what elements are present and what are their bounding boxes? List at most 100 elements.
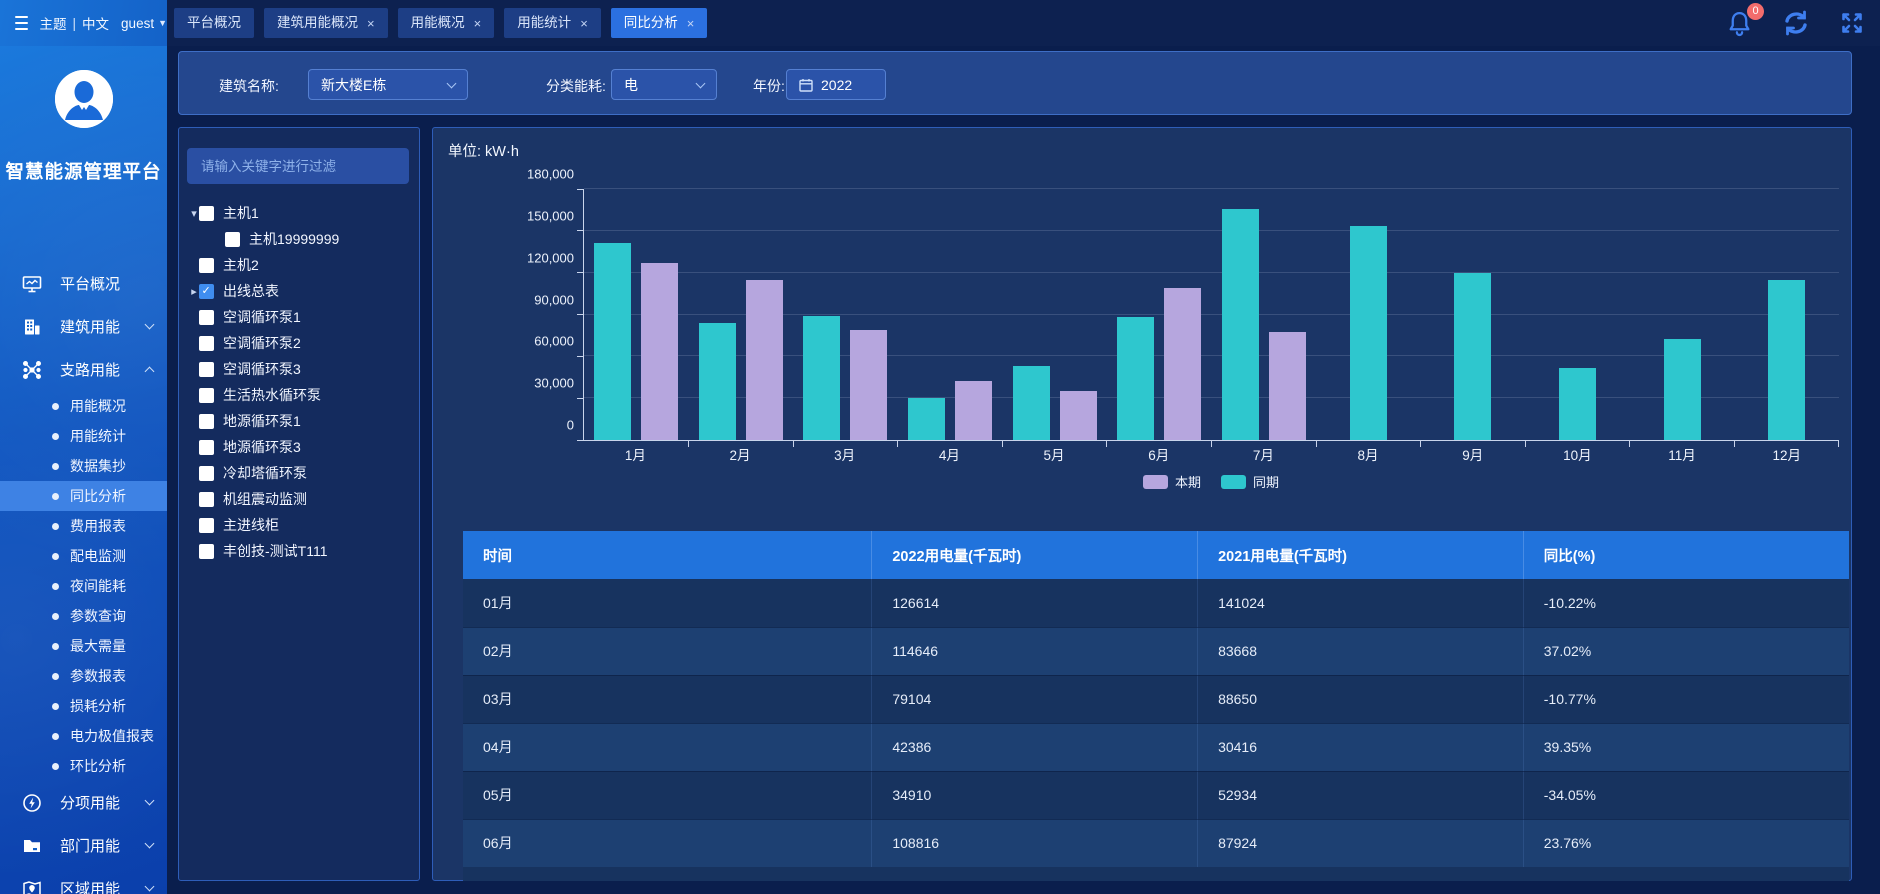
tab-5[interactable]: 同比分析 × xyxy=(611,8,708,38)
tree-item-2[interactable]: 主机19999999 xyxy=(179,226,419,252)
checkbox-unchecked[interactable] xyxy=(199,518,214,533)
bar-同期-2月 xyxy=(699,323,736,440)
tree-item-8[interactable]: 生活热水循环泵 xyxy=(179,382,419,408)
energy-type-label: 分类能耗: xyxy=(546,76,606,96)
bullet-icon xyxy=(52,433,59,440)
tree-item-11[interactable]: 冷却塔循环泵 xyxy=(179,460,419,486)
y-axis-label: 60,000 xyxy=(534,334,574,349)
checkbox-unchecked[interactable] xyxy=(199,492,214,507)
hamburger-menu-icon[interactable] xyxy=(15,16,28,30)
legend-label: 同期 xyxy=(1253,472,1279,491)
sidebar-item-1[interactable]: 平台概况 xyxy=(0,262,167,305)
sidebar-subitem-13[interactable]: 参数报表 xyxy=(0,661,167,691)
bar-同期-1月 xyxy=(594,243,631,440)
year-picker[interactable]: 2022 xyxy=(786,69,886,100)
tree-search-input[interactable] xyxy=(187,148,409,184)
sidebar-subitem-16[interactable]: 环比分析 xyxy=(0,751,167,781)
checkbox-checked[interactable] xyxy=(199,284,214,299)
sidebar-subitem-15[interactable]: 电力极值报表 xyxy=(0,721,167,751)
checkbox-unchecked[interactable] xyxy=(199,414,214,429)
tree-item-10[interactable]: 地源循环泵3 xyxy=(179,434,419,460)
sidebar-item-3[interactable]: 支路用能 xyxy=(0,348,167,391)
table-cell: -10.22% xyxy=(1523,579,1849,627)
checkbox-unchecked[interactable] xyxy=(199,440,214,455)
energy-type-select[interactable]: 电 xyxy=(611,69,717,100)
bar-本期-5月 xyxy=(1060,391,1097,440)
checkbox-unchecked[interactable] xyxy=(199,310,214,325)
x-axis-label: 6月 xyxy=(1106,444,1211,464)
tree-item-3[interactable]: 主机2 xyxy=(179,252,419,278)
tree-item-4[interactable]: ▸出线总表 xyxy=(179,278,419,304)
lang-link[interactable]: 中文 xyxy=(82,13,109,33)
refresh-icon[interactable] xyxy=(1782,10,1810,36)
sidebar-item-18[interactable]: 部门用能 xyxy=(0,824,167,867)
bar-group-7月 xyxy=(1211,189,1316,440)
table-cell: 141024 xyxy=(1198,579,1524,627)
legend-item-本期[interactable]: 本期 xyxy=(1143,472,1201,491)
sidebar-subitem-label: 参数查询 xyxy=(70,606,126,626)
tree-item-6[interactable]: 空调循环泵2 xyxy=(179,330,419,356)
tab-close-icon[interactable]: × xyxy=(474,17,482,30)
y-axis-tick xyxy=(577,230,583,231)
bullet-icon xyxy=(52,553,59,560)
sidebar-subitem-11[interactable]: 参数查询 xyxy=(0,601,167,631)
sidebar-item-17[interactable]: 分项用能 xyxy=(0,781,167,824)
tab-close-icon[interactable]: × xyxy=(580,17,588,30)
sidebar-item-2[interactable]: 建筑用能 xyxy=(0,305,167,348)
table-cell: -34.05% xyxy=(1523,771,1849,819)
tab-close-icon[interactable]: × xyxy=(687,17,695,30)
checkbox-unchecked[interactable] xyxy=(199,544,214,559)
checkbox-unchecked[interactable] xyxy=(199,206,214,221)
sidebar-subitem-4[interactable]: 用能概况 xyxy=(0,391,167,421)
user-menu[interactable]: guest ▼ xyxy=(121,16,167,31)
sidebar-item-19[interactable]: 区域用能 xyxy=(0,867,167,894)
sidebar-subitem-6[interactable]: 数据集抄 xyxy=(0,451,167,481)
tree-item-9[interactable]: 地源循环泵1 xyxy=(179,408,419,434)
table-cell: 79104 xyxy=(872,675,1198,723)
y-axis-tick xyxy=(577,398,583,399)
sidebar-subitem-5[interactable]: 用能统计 xyxy=(0,421,167,451)
sidebar-subitem-8[interactable]: 费用报表 xyxy=(0,511,167,541)
sidebar-item-label: 分项用能 xyxy=(60,792,120,813)
bar-同期-4月 xyxy=(908,398,945,440)
checkbox-unchecked[interactable] xyxy=(225,232,240,247)
tab-2[interactable]: 建筑用能概况× xyxy=(264,8,388,38)
sidebar-subitem-9[interactable]: 配电监测 xyxy=(0,541,167,571)
tree-item-5[interactable]: 空调循环泵1 xyxy=(179,304,419,330)
checkbox-unchecked[interactable] xyxy=(199,466,214,481)
tree-item-14[interactable]: 丰创技-测试T111 xyxy=(179,538,419,564)
bar-本期-6月 xyxy=(1164,288,1201,440)
sidebar-subitem-12[interactable]: 最大需量 xyxy=(0,631,167,661)
checkbox-unchecked[interactable] xyxy=(199,258,214,273)
sidebar-subitem-label: 最大需量 xyxy=(70,636,126,656)
tree-item-13[interactable]: 主进线柜 xyxy=(179,512,419,538)
fullscreen-icon[interactable] xyxy=(1840,11,1864,35)
building-select[interactable]: 新大楼E栋 xyxy=(308,69,468,100)
sidebar-subitem-label: 损耗分析 xyxy=(70,696,126,716)
sidebar-subitem-7[interactable]: 同比分析 xyxy=(0,481,167,511)
bullet-icon xyxy=(52,403,59,410)
tab-close-icon[interactable]: × xyxy=(367,17,375,30)
y-axis-label: 30,000 xyxy=(534,376,574,391)
sidebar-subitem-14[interactable]: 损耗分析 xyxy=(0,691,167,721)
notification-bell-icon[interactable]: 0 xyxy=(1727,10,1752,37)
checkbox-unchecked[interactable] xyxy=(199,336,214,351)
avatar[interactable] xyxy=(55,70,113,128)
sidebar-subitem-10[interactable]: 夜间能耗 xyxy=(0,571,167,601)
bar-本期-2月 xyxy=(746,280,783,440)
theme-link[interactable]: 主题 xyxy=(40,13,67,33)
bullet-icon xyxy=(52,523,59,530)
analysis-panel: 单位: kW·h 030,00060,00090,000120,000150,0… xyxy=(432,127,1852,881)
legend-item-同期[interactable]: 同期 xyxy=(1221,472,1279,491)
x-axis-label: 2月 xyxy=(688,444,793,464)
tab-4[interactable]: 用能统计× xyxy=(504,8,601,38)
checkbox-unchecked[interactable] xyxy=(199,388,214,403)
tab-label: 同比分析 xyxy=(624,8,678,38)
comparison-table: 时间2022用电量(千瓦时)2021用电量(千瓦时)同比(%)01月126614… xyxy=(463,531,1849,868)
tab-3[interactable]: 用能概况× xyxy=(398,8,495,38)
checkbox-unchecked[interactable] xyxy=(199,362,214,377)
tree-item-1[interactable]: ▾主机1 xyxy=(179,200,419,226)
tree-item-12[interactable]: 机组震动监测 xyxy=(179,486,419,512)
tab-1[interactable]: 平台概况 xyxy=(174,8,254,38)
tree-item-7[interactable]: 空调循环泵3 xyxy=(179,356,419,382)
